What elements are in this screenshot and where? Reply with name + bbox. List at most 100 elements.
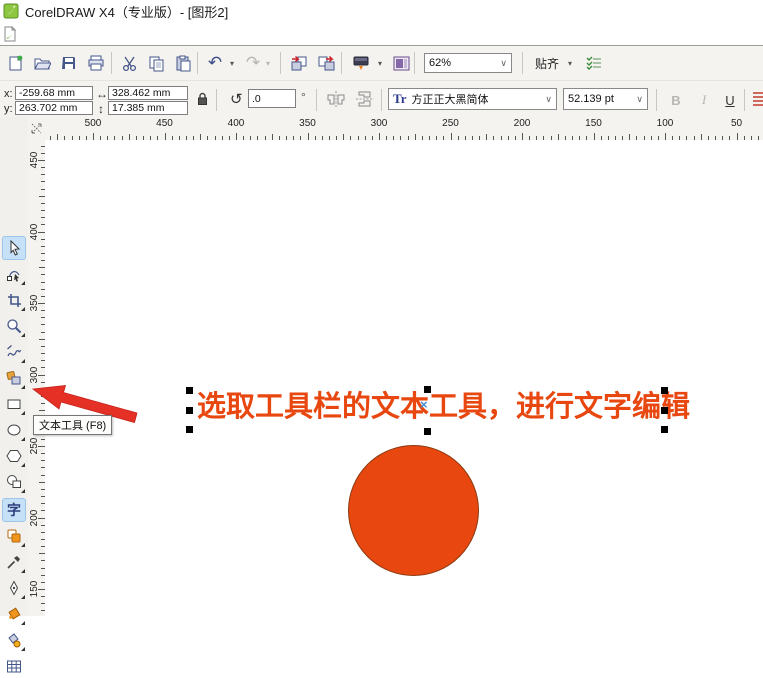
zoom-tool-icon: [7, 319, 22, 334]
view-options-button[interactable]: [580, 50, 606, 76]
new-button[interactable]: [2, 50, 28, 76]
tool-text[interactable]: 字: [2, 498, 26, 522]
x-position-value: -259.68 mm: [19, 87, 76, 99]
ruler-origin[interactable]: [28, 117, 46, 141]
rotation-angle-input[interactable]: .0: [248, 89, 296, 108]
property-bar: x: -259.68 mm y: 263.702 mm ↔ 328.462 mm…: [0, 81, 763, 119]
tool-pick[interactable]: [2, 236, 26, 260]
tool-table[interactable]: [2, 654, 26, 678]
selected-text-object[interactable]: 选取工具栏的文本工具，进行文字编辑: [197, 390, 690, 424]
vertical-ruler[interactable]: 450 400 350 300 250 200 150: [28, 140, 46, 616]
application-launcher-icon: [353, 56, 369, 70]
ruler-label: 350: [299, 118, 316, 129]
selection-handle-bottom-middle[interactable]: [424, 428, 431, 435]
italic-button[interactable]: I: [692, 89, 716, 111]
print-button[interactable]: [83, 50, 109, 76]
ruler-tick: [450, 133, 452, 140]
font-size-value: 52.139 pt: [568, 93, 614, 105]
mirror-horizontal-button[interactable]: [326, 90, 346, 108]
application-launcher-button[interactable]: [348, 50, 374, 76]
object-height-input[interactable]: 17.385 mm: [108, 101, 188, 115]
text-alignment-button[interactable]: [751, 90, 763, 108]
smart-fill-tool-icon: [6, 371, 21, 385]
new-document-icon: [9, 55, 22, 70]
tool-crop[interactable]: [2, 288, 26, 312]
redo-dropdown[interactable]: ▾: [262, 50, 274, 76]
y-position-input[interactable]: 263.702 mm: [15, 101, 93, 115]
copy-button[interactable]: [143, 50, 169, 76]
ruler-label: 150: [585, 118, 602, 129]
tool-freehand[interactable]: [2, 340, 26, 364]
standard-toolbar: ↶ ▾ ↷ ▾ ▾ 62% ∨ 贴齐 ▾: [0, 46, 763, 81]
y-position-value: 263.702 mm: [19, 102, 78, 114]
toolbar-separator: [197, 52, 198, 74]
selection-handle-top-right[interactable]: [661, 387, 668, 394]
underline-label: U: [725, 92, 735, 108]
open-button[interactable]: [29, 50, 55, 76]
selection-handle-bottom-left[interactable]: [186, 426, 193, 433]
selection-handle-middle-right[interactable]: [661, 407, 668, 414]
ruler-tick: [522, 133, 523, 140]
underline-button[interactable]: U: [718, 89, 742, 111]
object-width-input[interactable]: 328.462 mm: [108, 86, 188, 100]
ruler-label: 450: [29, 151, 40, 169]
selection-handle-top-middle[interactable]: [424, 386, 431, 393]
horizontal-ruler[interactable]: 500 450 400 350 300 250 200 150 100 50: [45, 117, 763, 141]
toolbar-separator: [414, 52, 415, 74]
ruler-label: 450: [156, 118, 173, 129]
tool-polygon[interactable]: [2, 444, 26, 468]
selection-center-marker[interactable]: ×: [420, 397, 428, 412]
tool-rectangle[interactable]: [2, 392, 26, 416]
title-bar: CorelDRAW X4（专业版）- [图形2]: [0, 0, 763, 22]
snap-to-button[interactable]: 贴齐: [532, 52, 562, 74]
flyout-indicator: [21, 489, 25, 493]
ruler-label: 300: [370, 118, 388, 129]
tooltip: 文本工具 (F8): [33, 415, 113, 435]
circle-object[interactable]: [348, 445, 479, 576]
flyout-indicator: [21, 463, 25, 467]
tool-smart-fill[interactable]: [2, 366, 26, 390]
undo-dropdown[interactable]: ▾: [226, 50, 238, 76]
undo-button[interactable]: ↶: [202, 50, 228, 76]
font-size-combo[interactable]: 52.139 pt ∨: [563, 88, 648, 110]
document-icon[interactable]: [2, 25, 18, 42]
font-list-combo[interactable]: Tr 方正正大黑简体 ∨: [388, 88, 557, 110]
chevron-down-icon: ∨: [545, 93, 552, 104]
chevron-down-icon: ▾: [229, 58, 234, 68]
zoom-level-combo[interactable]: 62% ∨: [424, 53, 512, 73]
bold-label: B: [671, 92, 681, 108]
selection-handle-bottom-right[interactable]: [661, 426, 668, 433]
degree-symbol: °: [301, 90, 306, 104]
selection-handle-middle-left[interactable]: [186, 407, 193, 414]
tool-shape[interactable]: [2, 262, 26, 286]
tool-fill[interactable]: [2, 602, 26, 626]
tool-interactive-fill[interactable]: [2, 628, 26, 652]
bold-button[interactable]: B: [664, 89, 688, 111]
tool-outline-pen[interactable]: [2, 576, 26, 600]
cut-button[interactable]: [116, 50, 142, 76]
launcher-dropdown[interactable]: ▾: [374, 50, 386, 76]
eyedropper-tool-icon: [7, 556, 20, 569]
ruler-label: 300: [29, 366, 40, 383]
lock-ratio-button[interactable]: [196, 91, 209, 106]
tool-ellipse[interactable]: [2, 418, 26, 442]
tool-zoom[interactable]: [2, 314, 26, 338]
mirror-vertical-icon: [356, 91, 374, 107]
tool-basic-shapes[interactable]: [2, 470, 26, 494]
freehand-tool-icon: [7, 345, 22, 357]
save-button[interactable]: [56, 50, 82, 76]
export-button[interactable]: [313, 50, 339, 76]
save-floppy-icon: [62, 57, 75, 69]
snap-dropdown[interactable]: ▾: [564, 50, 576, 76]
corel-online-button[interactable]: [388, 50, 414, 76]
import-button[interactable]: [286, 50, 312, 76]
x-position-input[interactable]: -259.68 mm: [15, 86, 93, 100]
tool-interactive-blend[interactable]: [2, 524, 26, 548]
selection-handle-top-left[interactable]: [186, 387, 193, 394]
mirror-vertical-button[interactable]: [355, 90, 375, 108]
paste-button[interactable]: [170, 50, 196, 76]
zoom-level-value: 62%: [429, 57, 452, 69]
tool-eyedropper[interactable]: [2, 550, 26, 574]
ruler-label: 150: [29, 580, 40, 598]
options-list-icon: [586, 56, 601, 70]
